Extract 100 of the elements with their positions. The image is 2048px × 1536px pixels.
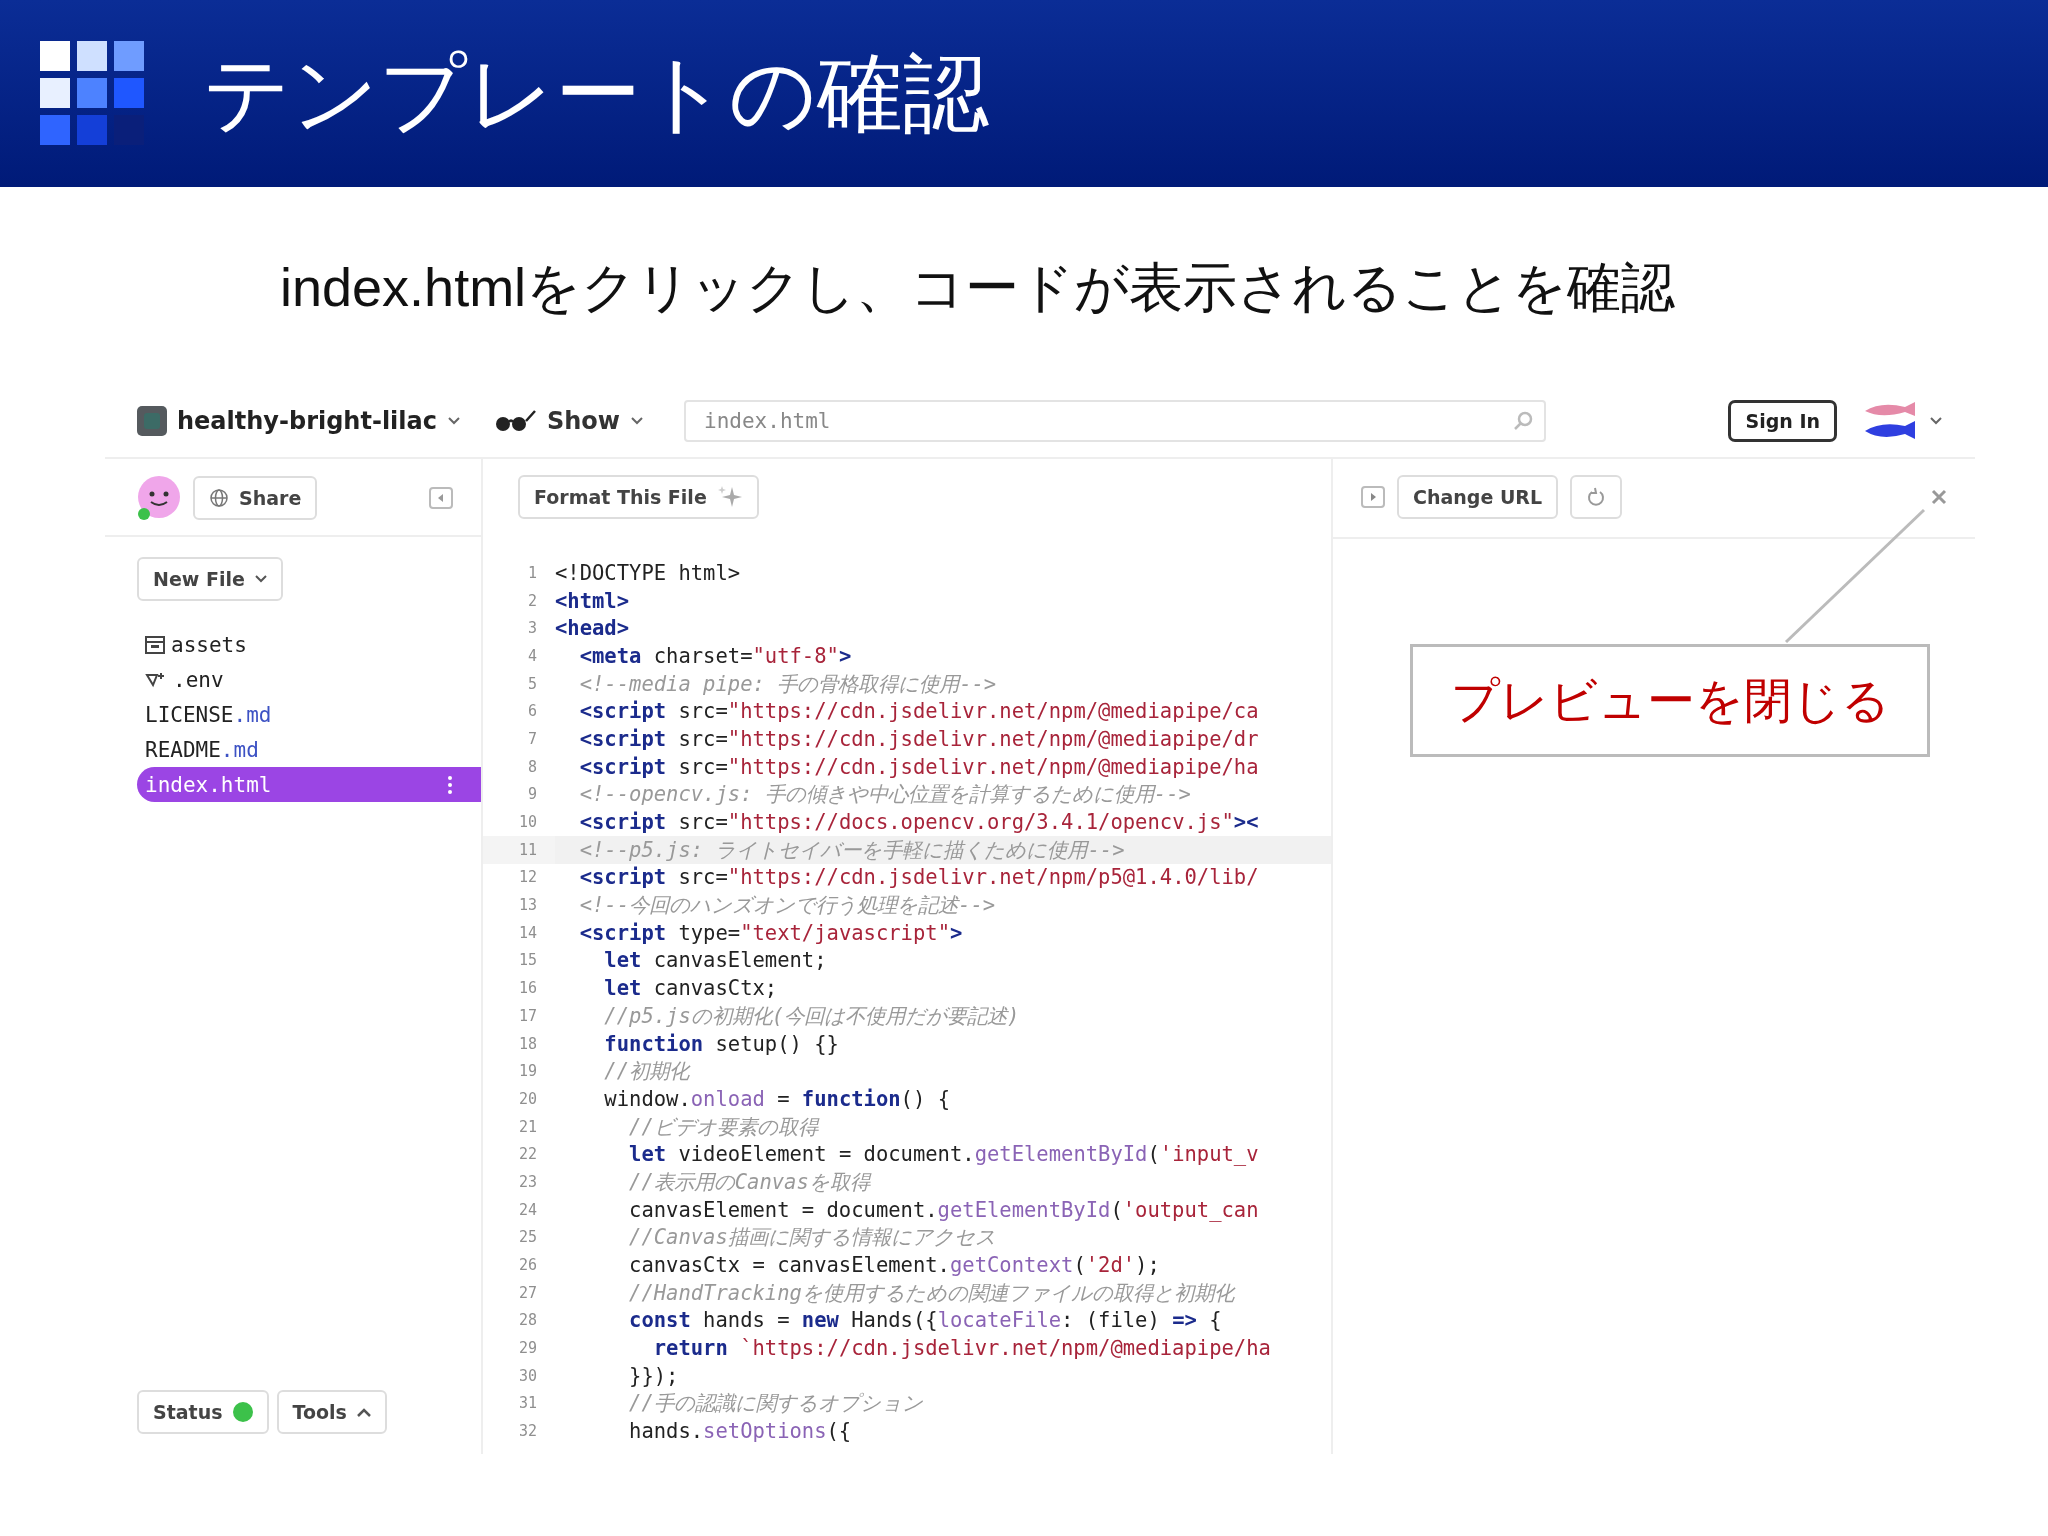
line-number: 13 <box>517 895 538 917</box>
line-number: 25 <box>517 1227 538 1249</box>
play-icon <box>1361 486 1385 508</box>
line-number: 20 <box>517 1088 538 1110</box>
code-line: //HandTrackingを使用するための関連ファイルの取得と初期化 <box>628 1279 1237 1307</box>
sunglasses-icon <box>493 408 537 433</box>
code-line: //手の認識に関するオプション <box>628 1390 924 1418</box>
code-line: <html> <box>555 587 631 615</box>
code-line: //ビデオ要素の取得 <box>628 1113 821 1141</box>
file-item[interactable]: index.html <box>137 767 481 802</box>
code-line: //表示用のCanvasを取得 <box>628 1168 873 1196</box>
code-line: <meta charset="utf-8"> <box>578 642 853 670</box>
code-line: let videoElement = document.getElementById('input_v <box>628 1141 1260 1169</box>
line-number: 32 <box>517 1421 538 1443</box>
play-button[interactable] <box>1361 486 1385 508</box>
file-item[interactable]: assets <box>137 627 481 662</box>
code-line: }}); <box>628 1362 680 1390</box>
code-line: canvasElement = document.getElementById('output_can <box>628 1196 1260 1224</box>
code-line: let canvasCtx; <box>603 975 779 1002</box>
refresh-icon <box>1586 487 1607 507</box>
code-line: <script type="text/javascript"> <box>578 919 964 947</box>
code-line: <!--media pipe: 手の骨格取得に使用--> <box>578 670 998 698</box>
code-line: <script src="https://cdn.jsdelivr.net/npm/@mediapipe/ha <box>578 753 1260 781</box>
caret-icon <box>254 575 267 583</box>
search-icon <box>1512 409 1535 432</box>
code-line: <!--opencv.js: 手の傾きや中心位置を計算するために使用--> <box>578 781 1192 809</box>
box-icon <box>145 635 165 654</box>
line-number: 31 <box>517 1393 538 1415</box>
more-options-icon <box>447 774 453 795</box>
file-item[interactable]: LICENSE.md <box>137 697 481 732</box>
line-number: 29 <box>517 1338 538 1360</box>
code-line: <script src="https://cdn.jsdelivr.net/npm/@mediapipe/dr <box>578 725 1260 753</box>
line-number: 27 <box>517 1282 538 1304</box>
code-line: //p5.jsの初期化(今回は不使用だが要記述) <box>603 1002 1021 1030</box>
slide-title: テンプレートの確認 <box>203 44 989 143</box>
code-line: hands.setOptions({ <box>628 1418 853 1445</box>
line-number: 10 <box>517 812 538 834</box>
line-number: 22 <box>517 1144 538 1166</box>
file-item[interactable]: README.md <box>137 732 481 767</box>
format-file-button[interactable]: Format This File <box>518 475 759 519</box>
caret-icon <box>630 415 645 426</box>
code-line: <!--今回のハンズオンで行う処理を記述--> <box>578 892 997 919</box>
line-number: 24 <box>517 1199 538 1221</box>
code-line: //Canvas描画に関する情報にアクセス <box>628 1224 997 1252</box>
code-line: <script src="https://docs.opencv.org/3.4.1/opencv.js">< <box>578 809 1260 836</box>
line-number: 30 <box>517 1365 538 1387</box>
line-number: 17 <box>517 1005 538 1027</box>
line-number: 12 <box>517 867 538 889</box>
line-number: 23 <box>517 1171 538 1193</box>
code-line: let canvasElement; <box>603 947 828 975</box>
code-line: window.onload = function() { <box>603 1085 951 1113</box>
line-number: 2 <box>526 590 538 612</box>
share-button[interactable]: Share <box>193 476 318 520</box>
line-number: 18 <box>517 1033 538 1055</box>
line-number: 15 <box>517 950 538 972</box>
code-line: return `https://cdn.jsdelivr.net/npm/@mediapipe/ha <box>652 1335 1272 1362</box>
show-menu[interactable]: Show <box>493 406 645 435</box>
line-number: 5 <box>526 673 538 695</box>
smiley-avatar-icon <box>137 475 181 521</box>
new-file-button[interactable]: New File <box>137 557 283 601</box>
line-number: 8 <box>526 756 538 778</box>
line-number: 14 <box>517 922 538 944</box>
search-field[interactable]: index.html <box>684 399 1547 442</box>
status-button[interactable]: Status <box>137 1390 269 1434</box>
sign-in-button[interactable]: Sign In <box>1728 399 1837 442</box>
refresh-button[interactable] <box>1570 475 1623 519</box>
line-number: 6 <box>526 701 538 723</box>
line-number: 1 <box>526 562 538 584</box>
collapse-icon <box>429 487 453 509</box>
key-icon <box>145 671 167 688</box>
line-number: 28 <box>517 1310 538 1332</box>
collapse-sidebar-button[interactable] <box>429 487 453 509</box>
line-number: 4 <box>526 645 538 667</box>
slide-subtitle: index.htmlをクリックし、コードが表示されることを確認 <box>279 256 1677 319</box>
line-number: 26 <box>517 1255 538 1277</box>
code-line: <script src="https://cdn.jsdelivr.net/npm/p5@1.4.0/lib/ <box>578 864 1260 892</box>
change-url-button[interactable]: Change URL <box>1397 475 1559 519</box>
line-number: 9 <box>526 784 538 806</box>
line-number: 19 <box>517 1061 538 1083</box>
caret-up-icon <box>356 1407 371 1417</box>
code-line: //初期化 <box>603 1058 692 1086</box>
file-item[interactable]: .env <box>137 662 481 697</box>
code-line: <script src="https://cdn.jsdelivr.net/npm/@mediapipe/ca <box>578 698 1260 726</box>
close-icon <box>1931 489 1947 505</box>
globe-icon <box>209 488 229 508</box>
line-number: 21 <box>517 1116 538 1138</box>
caret-icon <box>1929 415 1943 426</box>
close-preview-button[interactable] <box>1931 489 1947 505</box>
caret-icon <box>447 415 461 426</box>
callout-note: プレビューを閉じる <box>1410 644 1930 757</box>
code-line: function setup() {} <box>603 1030 840 1058</box>
line-number: 16 <box>517 978 538 1000</box>
grid-logo-icon <box>40 41 145 146</box>
code-line: <!DOCTYPE html> <box>555 559 742 587</box>
code-line: const hands = new Hands({locateFile: (file) => { <box>628 1307 1223 1335</box>
tools-button[interactable]: Tools <box>276 1390 387 1434</box>
line-number: 7 <box>526 728 538 750</box>
line-number: 11 <box>483 835 555 864</box>
line-number: 3 <box>526 618 538 640</box>
project-menu[interactable]: healthy-bright-lilac <box>137 405 461 436</box>
